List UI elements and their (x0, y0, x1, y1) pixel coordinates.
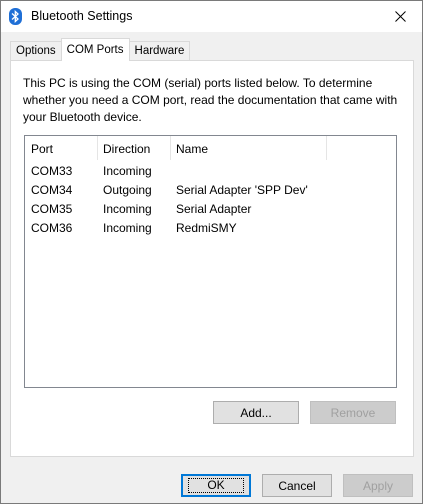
com-ports-panel: This PC is using the COM (serial) ports … (10, 60, 414, 457)
port-cell: COM33 (31, 164, 73, 178)
direction-cell: Incoming (103, 164, 152, 178)
direction-cell: Incoming (103, 202, 152, 216)
window-title: Bluetooth Settings (31, 9, 133, 23)
port-cell: COM34 (31, 183, 73, 197)
description-text: This PC is using the COM (serial) ports … (23, 76, 398, 124)
name-cell: Serial Adapter (176, 202, 252, 216)
direction-cell: Incoming (103, 221, 152, 235)
ok-button-label: OK (188, 478, 244, 493)
bluetooth-icon (9, 8, 22, 25)
apply-button[interactable]: Apply (343, 474, 413, 497)
cancel-button[interactable]: Cancel (262, 474, 332, 497)
close-icon (394, 11, 406, 22)
tab-strip: Options COM Ports Hardware (10, 38, 191, 61)
list-row[interactable]: COM35 Incoming Serial Adapter (25, 200, 396, 219)
name-cell: RedmiSMY (176, 221, 237, 235)
tab-com-ports[interactable]: COM Ports (60, 38, 130, 61)
bluetooth-settings-window: Bluetooth Settings Options COM Ports Har… (0, 0, 423, 504)
com-ports-list[interactable]: Port Direction Name COM33 Incoming COM34… (24, 135, 397, 388)
list-row[interactable]: COM34 Outgoing Serial Adapter 'SPP Dev' (25, 181, 396, 200)
tab-hardware[interactable]: Hardware (128, 41, 191, 61)
port-cell: COM35 (31, 202, 73, 216)
direction-cell: Outgoing (103, 183, 152, 197)
list-row[interactable]: COM36 Incoming RedmiSMY (25, 219, 396, 238)
close-button[interactable] (378, 1, 422, 32)
column-header-port[interactable]: Port (31, 142, 53, 156)
list-header: Port Direction Name (25, 136, 396, 160)
column-divider[interactable] (170, 136, 171, 160)
tab-options[interactable]: Options (10, 41, 62, 61)
remove-button[interactable]: Remove (310, 401, 396, 424)
add-button[interactable]: Add... (213, 401, 299, 424)
column-header-name[interactable]: Name (176, 142, 208, 156)
column-divider[interactable] (97, 136, 98, 160)
column-header-direction[interactable]: Direction (103, 142, 150, 156)
name-cell: Serial Adapter 'SPP Dev' (176, 183, 308, 197)
column-divider[interactable] (326, 136, 327, 160)
title-bar: Bluetooth Settings (1, 1, 422, 32)
port-cell: COM36 (31, 221, 73, 235)
list-row[interactable]: COM33 Incoming (25, 162, 396, 181)
ok-button[interactable]: OK (181, 474, 251, 497)
